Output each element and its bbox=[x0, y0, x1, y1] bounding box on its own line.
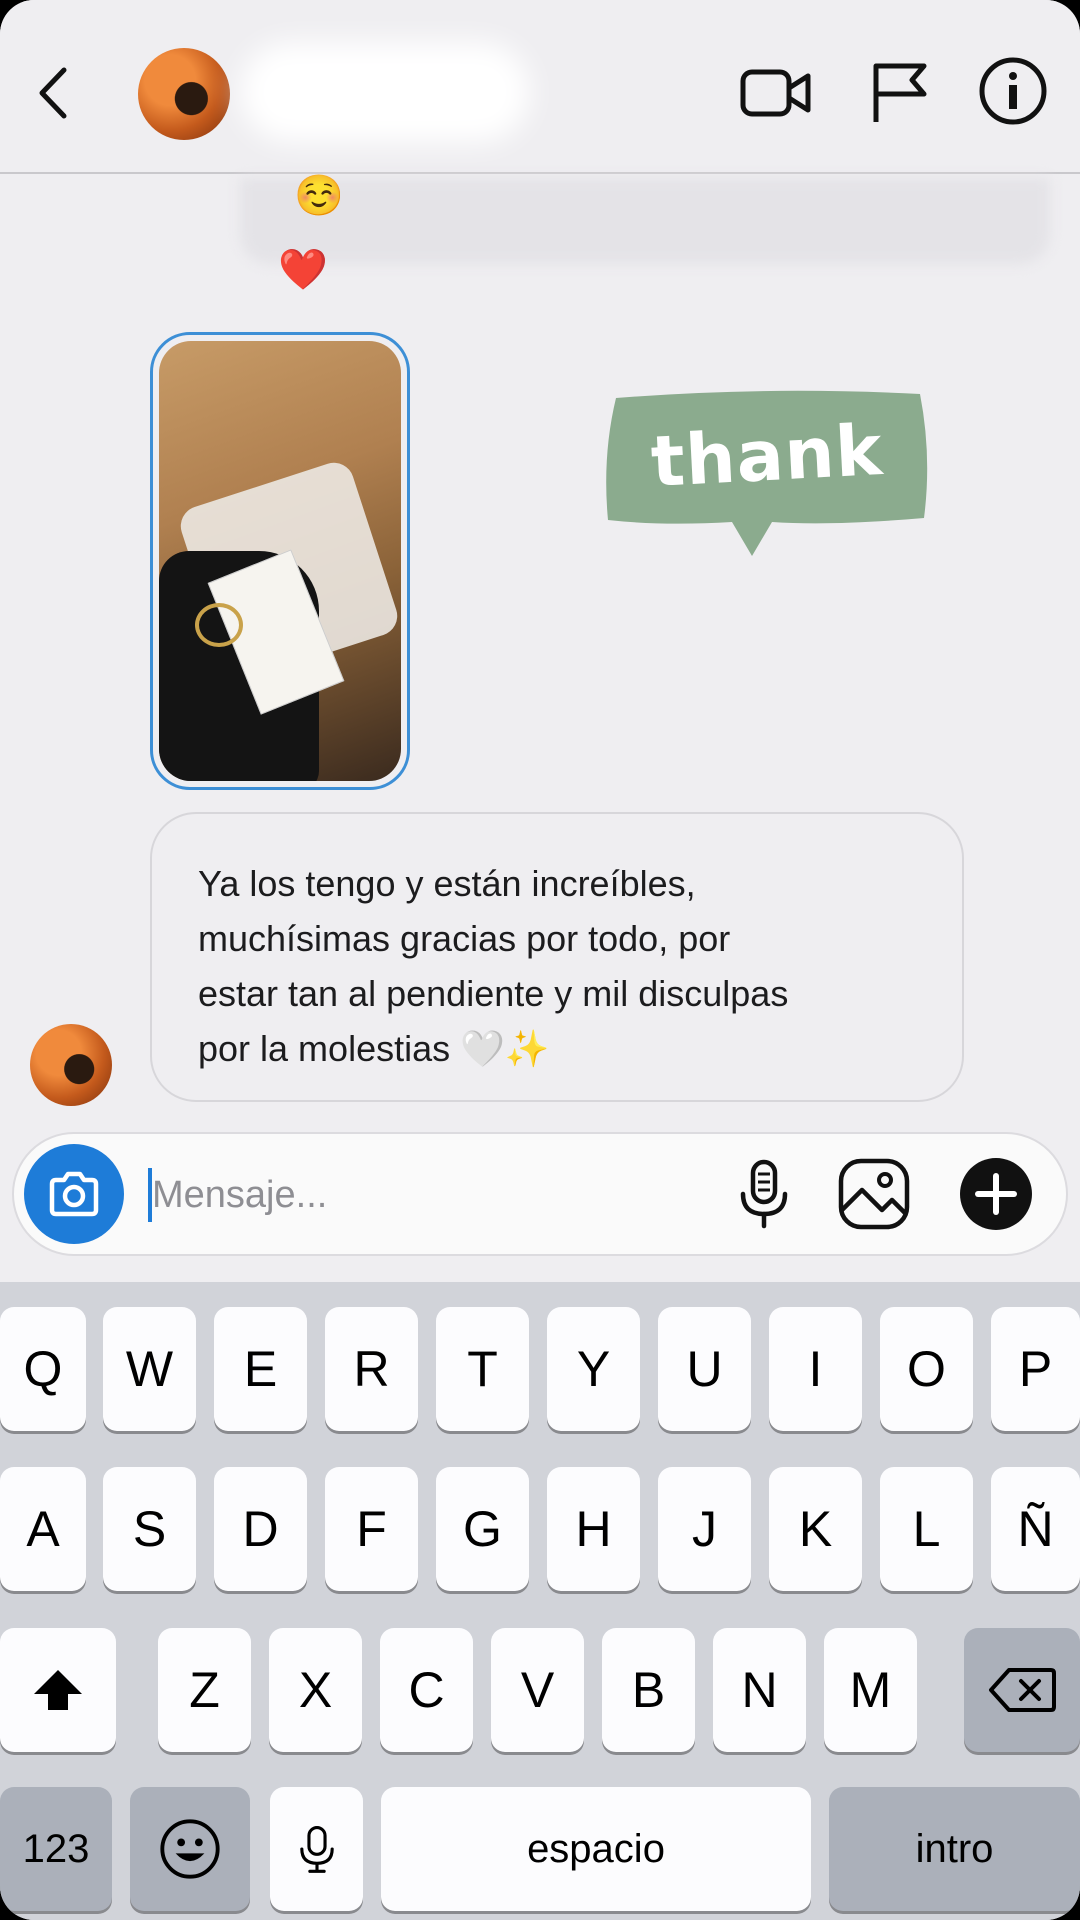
sticker-text: thank bbox=[649, 408, 885, 504]
key-p[interactable]: P bbox=[991, 1307, 1080, 1431]
key-v[interactable]: V bbox=[491, 1628, 584, 1752]
camera-icon bbox=[49, 1171, 99, 1217]
report-button[interactable] bbox=[862, 60, 938, 124]
video-camera-icon bbox=[740, 69, 811, 117]
key-q[interactable]: Q bbox=[0, 1307, 86, 1431]
message-line: muchísimas gracias por todo, por bbox=[198, 918, 731, 959]
photo-message[interactable] bbox=[150, 332, 410, 790]
key-r[interactable]: R bbox=[325, 1307, 418, 1431]
key-enye[interactable]: Ñ bbox=[991, 1467, 1080, 1591]
microphone-icon bbox=[740, 1159, 788, 1229]
sender-avatar[interactable] bbox=[30, 1024, 112, 1106]
camera-button[interactable] bbox=[24, 1144, 124, 1244]
message-line: Ya los tengo y están increíbles, bbox=[198, 863, 696, 904]
more-options-button[interactable] bbox=[958, 1156, 1034, 1232]
key-t[interactable]: T bbox=[436, 1307, 529, 1431]
thank-sticker[interactable]: thank bbox=[602, 386, 932, 558]
video-call-button[interactable] bbox=[738, 60, 814, 124]
boots-box-photo bbox=[159, 341, 401, 781]
key-n[interactable]: N bbox=[713, 1628, 806, 1752]
key-y[interactable]: Y bbox=[547, 1307, 640, 1431]
key-u[interactable]: U bbox=[658, 1307, 751, 1431]
delete-key[interactable] bbox=[964, 1628, 1080, 1752]
key-k[interactable]: K bbox=[769, 1467, 862, 1591]
info-icon bbox=[979, 57, 1047, 125]
emoji-face-icon bbox=[160, 1819, 220, 1879]
plus-icon bbox=[960, 1158, 1032, 1230]
return-key[interactable]: intro bbox=[829, 1787, 1080, 1911]
key-i[interactable]: I bbox=[769, 1307, 862, 1431]
microphone-icon bbox=[299, 1826, 334, 1873]
chat-header bbox=[0, 0, 1080, 174]
chat-screen: ☺️ ❤️ thank Ya los tengo y están increíb… bbox=[0, 0, 1080, 1920]
key-m[interactable]: M bbox=[824, 1628, 917, 1752]
back-button[interactable] bbox=[30, 58, 80, 128]
key-e[interactable]: E bbox=[214, 1307, 307, 1431]
contact-name-redacted[interactable] bbox=[240, 42, 530, 142]
key-w[interactable]: W bbox=[103, 1307, 196, 1431]
message-line: por la molestias 🤍✨ bbox=[198, 1028, 550, 1069]
key-h[interactable]: H bbox=[547, 1467, 640, 1591]
contact-avatar[interactable] bbox=[138, 48, 230, 140]
message-input[interactable] bbox=[150, 1162, 714, 1228]
key-x[interactable]: X bbox=[269, 1628, 362, 1752]
photo-buckle bbox=[195, 603, 243, 647]
key-j[interactable]: J bbox=[658, 1467, 751, 1591]
heart-emoji-reaction: ❤️ bbox=[278, 248, 328, 292]
voice-message-button[interactable] bbox=[726, 1156, 802, 1232]
key-o[interactable]: O bbox=[880, 1307, 973, 1431]
shift-arrow-icon bbox=[34, 1670, 82, 1710]
keyboard: Q W E R T Y U I O P A S D F G H J K L Ñ … bbox=[0, 1282, 1080, 1920]
chevron-left-icon bbox=[39, 67, 67, 119]
dictation-key[interactable] bbox=[270, 1787, 363, 1911]
message-composer bbox=[12, 1132, 1068, 1256]
key-g[interactable]: G bbox=[436, 1467, 529, 1591]
key-f[interactable]: F bbox=[325, 1467, 418, 1591]
gallery-button[interactable] bbox=[836, 1156, 912, 1232]
smile-emoji-reaction: ☺️ bbox=[294, 174, 344, 218]
key-a[interactable]: A bbox=[0, 1467, 86, 1591]
space-key[interactable]: espacio bbox=[381, 1787, 811, 1911]
shift-key[interactable] bbox=[0, 1628, 116, 1752]
numbers-key[interactable]: 123 bbox=[0, 1787, 112, 1911]
key-d[interactable]: D bbox=[214, 1467, 307, 1591]
info-button[interactable] bbox=[978, 56, 1048, 126]
emoji-key[interactable] bbox=[130, 1787, 250, 1911]
gallery-icon bbox=[838, 1158, 910, 1230]
message-line: estar tan al pendiente y mil disculpas bbox=[198, 973, 789, 1014]
key-l[interactable]: L bbox=[880, 1467, 973, 1591]
text-message[interactable]: Ya los tengo y están increíbles, muchísi… bbox=[150, 812, 964, 1102]
backspace-icon bbox=[989, 1668, 1056, 1712]
key-b[interactable]: B bbox=[602, 1628, 695, 1752]
key-z[interactable]: Z bbox=[158, 1628, 251, 1752]
key-s[interactable]: S bbox=[103, 1467, 196, 1591]
flag-icon bbox=[873, 63, 927, 122]
previous-message-redacted bbox=[240, 178, 1050, 264]
key-c[interactable]: C bbox=[380, 1628, 473, 1752]
